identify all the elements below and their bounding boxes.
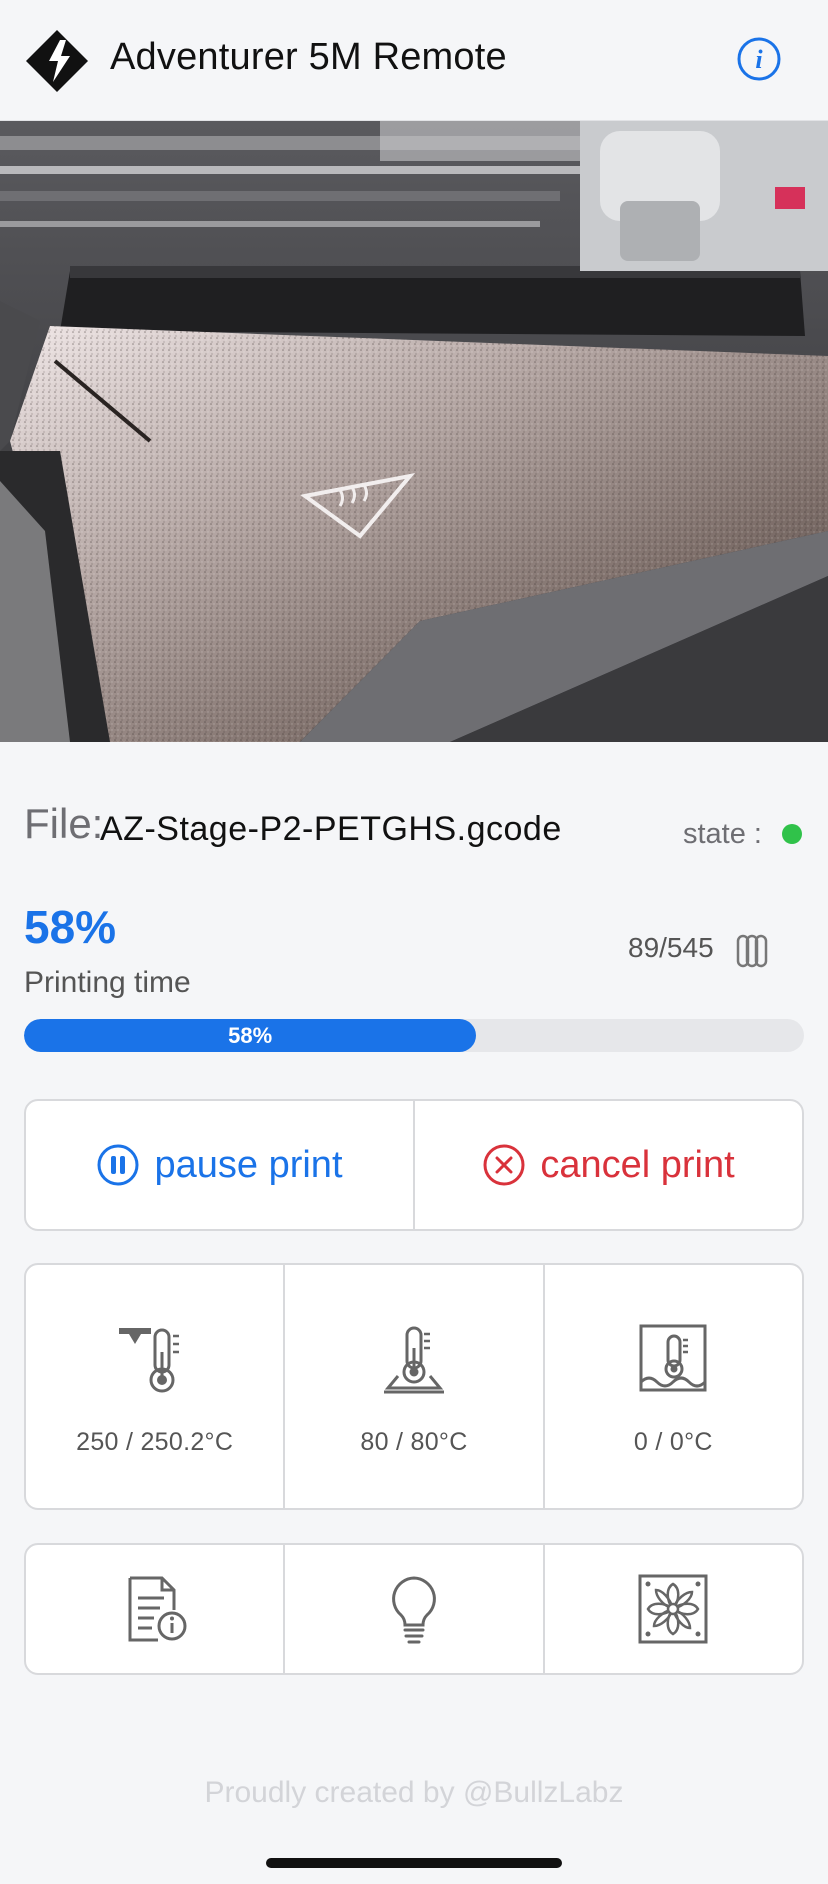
file-info-button[interactable] bbox=[26, 1545, 283, 1673]
bed-temp-value: 80 / 80°C bbox=[360, 1428, 468, 1456]
pause-circle-icon bbox=[97, 1144, 139, 1186]
progress-bar-fill: 58% bbox=[24, 1019, 477, 1052]
progress-bar-text: 58% bbox=[228, 1022, 273, 1048]
lightbulb-icon bbox=[392, 1576, 436, 1644]
app-title: Adventurer 5M Remote bbox=[110, 36, 507, 78]
progress-percent: 58% bbox=[24, 901, 117, 953]
home-indicator[interactable] bbox=[266, 1858, 562, 1868]
file-label: File: bbox=[24, 800, 104, 847]
nozzle-temp-card[interactable]: 250 / 250.2°C bbox=[26, 1265, 283, 1508]
footer-credit: Proudly created by @BullzLabz bbox=[204, 1776, 624, 1809]
svg-text:i: i bbox=[755, 45, 763, 74]
app-header: Adventurer 5M Remote i bbox=[0, 0, 828, 121]
layer-count: 89/545 bbox=[628, 932, 714, 963]
close-circle-icon bbox=[483, 1144, 525, 1186]
chamber-temp-card[interactable]: 0 / 0°C bbox=[542, 1265, 802, 1508]
pause-print-button[interactable]: pause print bbox=[26, 1101, 413, 1229]
flashforge-logo-icon bbox=[26, 30, 88, 92]
info-icon[interactable]: i bbox=[736, 36, 782, 82]
file-name: AZ-Stage-P2-PETGHS.gcode bbox=[100, 810, 562, 848]
light-toggle-button[interactable] bbox=[283, 1545, 542, 1673]
cancel-print-button[interactable]: cancel print bbox=[413, 1101, 802, 1229]
cancel-print-label: cancel print bbox=[540, 1143, 735, 1186]
pause-print-label: pause print bbox=[154, 1143, 343, 1186]
progress-bar: 58% bbox=[24, 1019, 804, 1052]
state-label: state : bbox=[683, 818, 762, 850]
layers-icon bbox=[736, 934, 768, 968]
bed-temp-card[interactable]: 80 / 80°C bbox=[283, 1265, 542, 1508]
nozzle-temp-value: 250 / 250.2°C bbox=[76, 1428, 234, 1456]
camera-feed bbox=[0, 121, 828, 742]
print-actions: pause print cancel print bbox=[24, 1099, 804, 1231]
printing-time-label: Printing time bbox=[24, 966, 191, 999]
file-info-icon bbox=[128, 1576, 187, 1642]
tools-panel bbox=[24, 1543, 804, 1675]
temperature-panel: 250 / 250.2°C 80 / 80°C 0 / 0°C bbox=[24, 1263, 804, 1510]
nozzle-thermometer-icon bbox=[118, 1328, 179, 1393]
file-row: File: AZ-Stage-P2-PETGHS.gcode state : bbox=[24, 800, 804, 860]
fan-control-button[interactable] bbox=[542, 1545, 802, 1673]
fan-icon bbox=[638, 1574, 708, 1644]
state-indicator bbox=[782, 824, 802, 844]
chamber-thermometer-icon bbox=[639, 1324, 707, 1392]
chamber-temp-value: 0 / 0°C bbox=[633, 1428, 713, 1456]
bed-thermometer-icon bbox=[383, 1326, 444, 1394]
